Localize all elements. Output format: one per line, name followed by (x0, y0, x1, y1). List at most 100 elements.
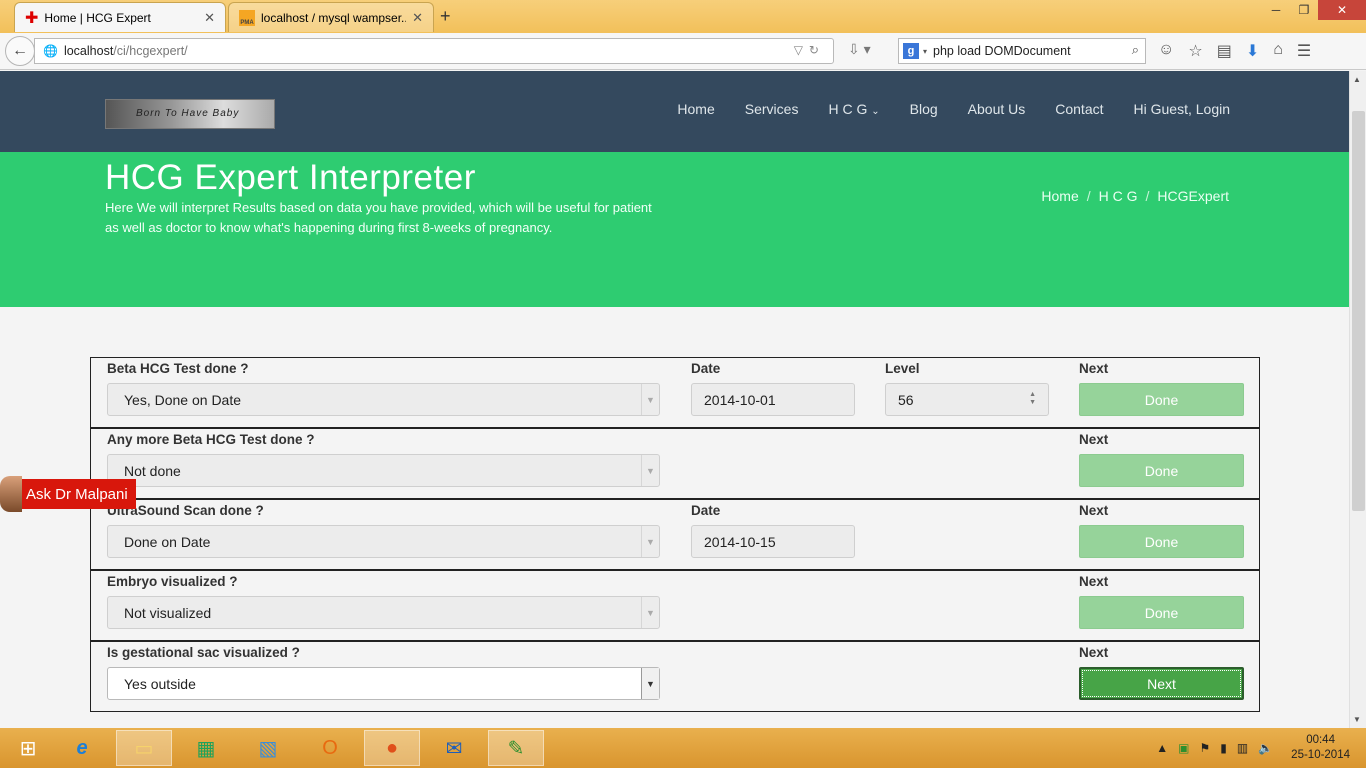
close-tab-icon[interactable]: ✕ (412, 10, 423, 26)
menu-item-blog[interactable]: Blog (895, 101, 953, 117)
next-label: Next (1079, 432, 1109, 447)
breadcrumb-separator: / (1145, 188, 1150, 204)
done-button[interactable]: Done (1079, 525, 1244, 558)
next-label: Next (1079, 645, 1109, 660)
scroll-down-icon[interactable]: ▼ (1353, 715, 1361, 724)
show-hidden-icons-icon[interactable]: ▲ (1156, 741, 1168, 755)
main-menu: Home Services H C G ⌄ Blog About Us Cont… (662, 101, 1230, 117)
reading-list-icon[interactable]: ▤ (1217, 41, 1232, 61)
action-center-flag-icon[interactable]: ⚑ (1200, 741, 1211, 755)
next-button[interactable]: Next (1079, 667, 1244, 700)
page-scrollbar[interactable]: ▲ ▼ (1349, 71, 1366, 728)
browser-navigation-bar: ← 🌐 localhost/ci/hcgexpert/ ▽↻ ⇩ ▾ g ▾ p… (0, 33, 1366, 70)
download-icon[interactable]: ⬇ (1246, 41, 1259, 61)
menu-item-login[interactable]: Hi Guest, Login (1119, 101, 1231, 117)
spinner-icon[interactable]: ▲ ▼ (1029, 391, 1036, 407)
gestational-sac-select[interactable]: Yes outside ▼ (107, 667, 660, 700)
next-label: Next (1079, 503, 1109, 518)
internet-explorer-icon[interactable]: e (54, 730, 110, 766)
chevron-down-icon: ▼ (641, 384, 659, 415)
chevron-down-icon: ⌄ (871, 106, 880, 117)
beta-hcg-date-input[interactable]: 2014-10-01 (691, 383, 855, 416)
menu-item-services[interactable]: Services (730, 101, 814, 117)
menu-item-about[interactable]: About Us (953, 101, 1041, 117)
hero-banner: HCG Expert Interpreter Here We will inte… (0, 152, 1349, 307)
addon-badge-icon[interactable]: ☺ (1158, 41, 1174, 61)
notepad-icon[interactable]: ✎ (488, 730, 544, 766)
red-cross-favicon-icon: ✚ (25, 9, 39, 27)
input-value: 56 (898, 391, 914, 408)
ultrasound-date-input[interactable]: 2014-10-15 (691, 525, 855, 558)
next-label: Next (1079, 574, 1109, 589)
done-button[interactable]: Done (1079, 383, 1244, 416)
logo-text: Born To Have Baby (136, 108, 240, 119)
store-icon[interactable]: ▦ (178, 730, 234, 766)
breadcrumb-hcg[interactable]: H C G (1099, 188, 1138, 204)
network-icon[interactable]: ▥ (1237, 741, 1248, 755)
start-button-icon[interactable]: ⊞ (0, 730, 56, 766)
battery-icon[interactable]: ▮ (1220, 741, 1227, 755)
form-row-more-beta-hcg: Any more Beta HCG Test done ? Next Not d… (90, 428, 1260, 499)
ultrasound-select[interactable]: Done on Date ▼ (107, 525, 660, 558)
window-controls: ─ ❐ ✕ (1262, 0, 1366, 20)
address-bar[interactable]: 🌐 localhost/ci/hcgexpert/ ▽↻ (34, 38, 834, 64)
done-button[interactable]: Done (1079, 596, 1244, 629)
bookmark-star-icon[interactable]: ☆ (1188, 41, 1202, 61)
select-value: Yes, Done on Date (124, 391, 242, 408)
more-beta-hcg-select[interactable]: Not done ▼ (107, 454, 660, 487)
site-logo[interactable]: Born To Have Baby (105, 99, 275, 129)
addon-icon[interactable]: ⇩ ▾ (848, 41, 871, 58)
search-icon[interactable]: ⌕ (1132, 42, 1139, 58)
reload-icon[interactable]: ▽↻ (794, 43, 825, 57)
level-number-input[interactable]: 56 ▲ ▼ (885, 383, 1049, 416)
scroll-up-icon[interactable]: ▲ (1353, 75, 1361, 84)
ask-dr-malpani-widget[interactable]: Ask Dr Malpani (0, 476, 136, 512)
question-label: Any more Beta HCG Test done ? (107, 432, 315, 447)
question-label: Is gestational sac visualized ? (107, 645, 300, 660)
mail-icon[interactable]: ✉ (426, 730, 482, 766)
question-label: Beta HCG Test done ? (107, 361, 249, 376)
form-row-ultrasound: UltraSound Scan done ? Date Next Done on… (90, 499, 1260, 570)
breadcrumb-home[interactable]: Home (1041, 188, 1078, 204)
close-tab-icon[interactable]: ✕ (204, 10, 215, 26)
file-explorer-icon[interactable]: ▭ (116, 730, 172, 766)
volume-icon[interactable]: 🔈 (1258, 741, 1273, 755)
tab-phpmyadmin[interactable]: PMA localhost / mysql wampser... ✕ (228, 2, 434, 32)
ask-widget-label: Ask Dr Malpani (22, 479, 136, 509)
restore-icon[interactable]: ❐ (1290, 0, 1318, 20)
menu-item-home[interactable]: Home (662, 101, 729, 117)
window-close-icon[interactable]: ✕ (1318, 0, 1366, 20)
search-engine-dropdown-icon[interactable]: ▾ (923, 47, 927, 56)
outlook-icon[interactable]: O (302, 730, 358, 766)
menu-item-hcg[interactable]: H C G ⌄ (813, 101, 894, 117)
menu-item-contact[interactable]: Contact (1040, 101, 1118, 117)
browser-tab-strip: ✚ Home | HCG Expert ✕ PMA localhost / my… (0, 0, 1366, 33)
minimize-icon[interactable]: ─ (1262, 0, 1290, 20)
system-clock[interactable]: 00:44 25-10-2014 (1291, 733, 1350, 763)
search-bar[interactable]: g ▾ php load DOMDocument ⌕ (898, 38, 1146, 64)
done-button[interactable]: Done (1079, 454, 1244, 487)
input-value: 2014-10-01 (704, 391, 776, 408)
embryo-select[interactable]: Not visualized ▼ (107, 596, 660, 629)
tab-title: localhost / mysql wampser... (261, 10, 407, 25)
input-value: 2014-10-15 (704, 533, 776, 550)
menu-item-hcg-label: H C G (828, 101, 868, 117)
select-value: Yes outside (124, 675, 196, 692)
menu-icon[interactable]: ☰ (1297, 41, 1311, 61)
scrollbar-thumb[interactable] (1352, 111, 1365, 511)
tab-hcg-expert[interactable]: ✚ Home | HCG Expert ✕ (14, 2, 226, 32)
chevron-down-icon: ▼ (641, 597, 659, 628)
back-arrow-icon[interactable]: ← (5, 36, 35, 66)
tab-title: Home | HCG Expert (44, 10, 151, 25)
beta-hcg-select[interactable]: Yes, Done on Date ▼ (107, 383, 660, 416)
question-label: Embryo visualized ? (107, 574, 238, 589)
paint-icon[interactable]: ▧ (240, 730, 296, 766)
utility-tray-icon[interactable]: ▣ (1178, 741, 1189, 755)
select-value: Not visualized (124, 604, 212, 621)
firefox-icon[interactable]: ● (364, 730, 420, 766)
form-row-beta-hcg: Beta HCG Test done ? Date Level Next Yes… (90, 357, 1260, 428)
new-tab-icon[interactable]: + (440, 6, 451, 27)
home-icon[interactable]: ⌂ (1273, 41, 1283, 61)
chevron-down-icon[interactable]: ▼ (641, 668, 659, 699)
form-row-embryo: Embryo visualized ? Next Not visualized ▼… (90, 570, 1260, 641)
